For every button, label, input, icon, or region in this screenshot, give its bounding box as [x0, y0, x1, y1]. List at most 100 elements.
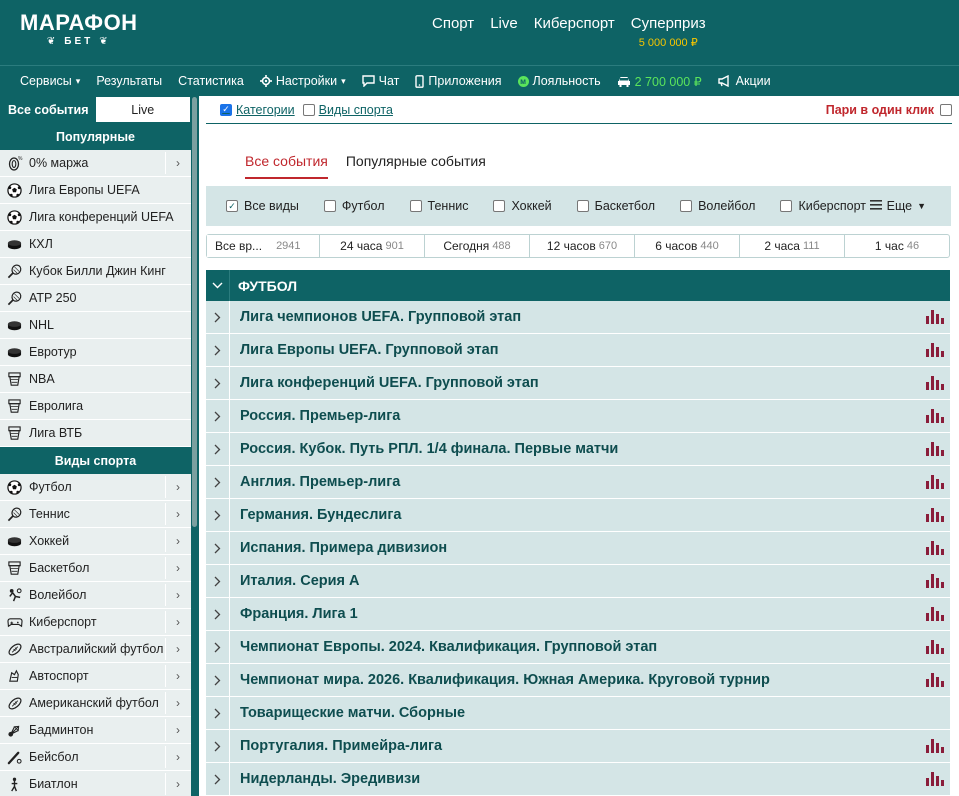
league-name[interactable]: Россия. Премьер-лига: [240, 408, 400, 424]
league-row[interactable]: Германия. Бундеслига: [206, 498, 950, 532]
stats-chart-icon[interactable]: [926, 475, 944, 489]
chevron-right-icon[interactable]: [206, 630, 230, 664]
stats-chart-icon[interactable]: [926, 607, 944, 621]
chat-link[interactable]: Чат: [361, 74, 399, 88]
chevron-right-icon[interactable]: [206, 465, 230, 499]
league-name[interactable]: Германия. Бундеслига: [240, 507, 401, 523]
sports-types-toggle[interactable]: Виды спорта: [302, 103, 393, 117]
stats-chart-icon[interactable]: [926, 772, 944, 786]
league-row[interactable]: Франция. Лига 1: [206, 597, 950, 631]
filter-option[interactable]: Волейбол: [680, 199, 755, 213]
superprize-label[interactable]: Суперприз: [631, 15, 706, 32]
checkbox-icon[interactable]: [409, 200, 422, 212]
filter-option[interactable]: Хоккей: [493, 199, 552, 213]
league-row[interactable]: Россия. Кубок. Путь РПЛ. 1/4 финала. Пер…: [206, 432, 950, 466]
league-name[interactable]: Чемпионат Европы. 2024. Квалификация. Гр…: [240, 639, 657, 655]
checkbox-icon[interactable]: [780, 200, 793, 212]
checkbox-checked-icon[interactable]: ✓: [220, 103, 232, 116]
league-row[interactable]: Нидерланды. Эредивизи: [206, 762, 950, 796]
league-name[interactable]: Италия. Серия А: [240, 573, 360, 589]
chevron-right-icon[interactable]: ›: [165, 503, 190, 525]
league-row[interactable]: Лига Европы UEFA. Групповой этап: [206, 333, 950, 367]
sports-item[interactable]: Волейбол ›: [0, 582, 191, 609]
sports-item[interactable]: Футбол ›: [0, 474, 191, 501]
popular-item[interactable]: Кубок Билли Джин Кинг: [0, 258, 191, 285]
league-name[interactable]: Испания. Примера дивизион: [240, 540, 447, 556]
league-row[interactable]: Португалия. Примейра-лига: [206, 729, 950, 763]
league-row[interactable]: Товарищеские матчи. Сборные: [206, 696, 950, 730]
checkbox-checked-icon[interactable]: ✓: [226, 200, 238, 212]
more-filters-button[interactable]: Еще ▼: [869, 199, 926, 213]
one-click-checkbox[interactable]: [940, 104, 952, 116]
time-filter-option[interactable]: 6 часов 440: [635, 235, 740, 257]
tab-all-events[interactable]: Все события: [1, 97, 96, 122]
chevron-down-icon[interactable]: [206, 270, 230, 301]
time-filter-option[interactable]: Все вр... 2941: [207, 235, 320, 257]
filter-option[interactable]: Киберспорт: [780, 199, 866, 213]
chevron-right-icon[interactable]: [206, 399, 230, 433]
chevron-right-icon[interactable]: ›: [165, 611, 190, 633]
stats-chart-icon[interactable]: [926, 739, 944, 753]
nav-esports[interactable]: Киберспорт: [534, 15, 615, 49]
league-name[interactable]: Нидерланды. Эредивизи: [240, 771, 420, 787]
chevron-right-icon[interactable]: ›: [165, 746, 190, 768]
league-name[interactable]: Лига конференций UEFA. Групповой этап: [240, 375, 539, 391]
nav-superprize[interactable]: Суперприз 5 000 000 ₽: [631, 15, 706, 49]
stats-chart-icon[interactable]: [926, 640, 944, 654]
filter-option[interactable]: ✓ Все виды: [226, 199, 299, 213]
sports-item[interactable]: Автоспорт ›: [0, 663, 191, 690]
popular-item[interactable]: Лига Европы UEFA: [0, 177, 191, 204]
chevron-right-icon[interactable]: [206, 366, 230, 400]
logo[interactable]: МАРАФОН ❦ БЕТ ❦: [20, 12, 138, 48]
time-filter-option[interactable]: 24 часа 901: [320, 235, 425, 257]
tab-all-events-main[interactable]: Все события: [245, 153, 328, 179]
sports-item[interactable]: Американский футбол ›: [0, 690, 191, 717]
popular-item[interactable]: КХЛ: [0, 231, 191, 258]
filter-option[interactable]: Баскетбол: [576, 199, 655, 213]
filter-option[interactable]: Теннис: [409, 199, 468, 213]
league-name[interactable]: Португалия. Примейра-лига: [240, 738, 442, 754]
chevron-right-icon[interactable]: [206, 564, 230, 598]
chevron-right-icon[interactable]: ›: [165, 557, 190, 579]
chevron-right-icon[interactable]: [206, 432, 230, 466]
statistics-link[interactable]: Статистика: [178, 74, 244, 88]
popular-item[interactable]: NBA: [0, 366, 191, 393]
time-filter-option[interactable]: 1 час 46: [845, 235, 949, 257]
league-name[interactable]: Россия. Кубок. Путь РПЛ. 1/4 финала. Пер…: [240, 441, 618, 457]
stats-chart-icon[interactable]: [926, 574, 944, 588]
stats-chart-icon[interactable]: [926, 541, 944, 555]
league-row[interactable]: Лига конференций UEFA. Групповой этап: [206, 366, 950, 400]
one-click-bet[interactable]: Пари в один клик: [826, 103, 952, 117]
apps-link[interactable]: Приложения: [415, 74, 502, 88]
chevron-right-icon[interactable]: [206, 762, 230, 796]
league-row[interactable]: Россия. Премьер-лига: [206, 399, 950, 433]
stats-chart-icon[interactable]: [926, 673, 944, 687]
popular-item[interactable]: Лига ВТБ: [0, 420, 191, 447]
services-menu[interactable]: Сервисы ▾: [20, 74, 80, 88]
checkbox-icon[interactable]: [576, 200, 589, 212]
stats-chart-icon[interactable]: [926, 442, 944, 456]
checkbox-icon[interactable]: [493, 200, 506, 212]
league-row[interactable]: Лига чемпионов UEFA. Групповой этап: [206, 300, 950, 334]
chevron-right-icon[interactable]: [206, 300, 230, 334]
chevron-right-icon[interactable]: ›: [165, 665, 190, 687]
league-name[interactable]: Франция. Лига 1: [240, 606, 358, 622]
sports-item[interactable]: Теннис ›: [0, 501, 191, 528]
chevron-right-icon[interactable]: ›: [165, 719, 190, 741]
time-filter-option[interactable]: 12 часов 670: [530, 235, 635, 257]
filter-option[interactable]: Футбол: [323, 199, 385, 213]
chevron-right-icon[interactable]: [206, 333, 230, 367]
checkbox-icon[interactable]: [323, 200, 336, 212]
tab-popular-events[interactable]: Популярные события: [346, 153, 486, 179]
league-name[interactable]: Англия. Премьер-лига: [240, 474, 400, 490]
loyalty-link[interactable]: м Лояльность: [517, 74, 601, 88]
league-row[interactable]: Италия. Серия А: [206, 564, 950, 598]
checkbox-icon[interactable]: [302, 103, 315, 116]
popular-item[interactable]: Лига конференций UEFA: [0, 204, 191, 231]
chevron-right-icon[interactable]: [206, 597, 230, 631]
stats-chart-icon[interactable]: [926, 376, 944, 390]
chevron-right-icon[interactable]: ›: [165, 638, 190, 660]
chevron-right-icon[interactable]: ›: [165, 530, 190, 552]
nav-live[interactable]: Live: [490, 15, 518, 49]
sports-item[interactable]: Киберспорт ›: [0, 609, 191, 636]
